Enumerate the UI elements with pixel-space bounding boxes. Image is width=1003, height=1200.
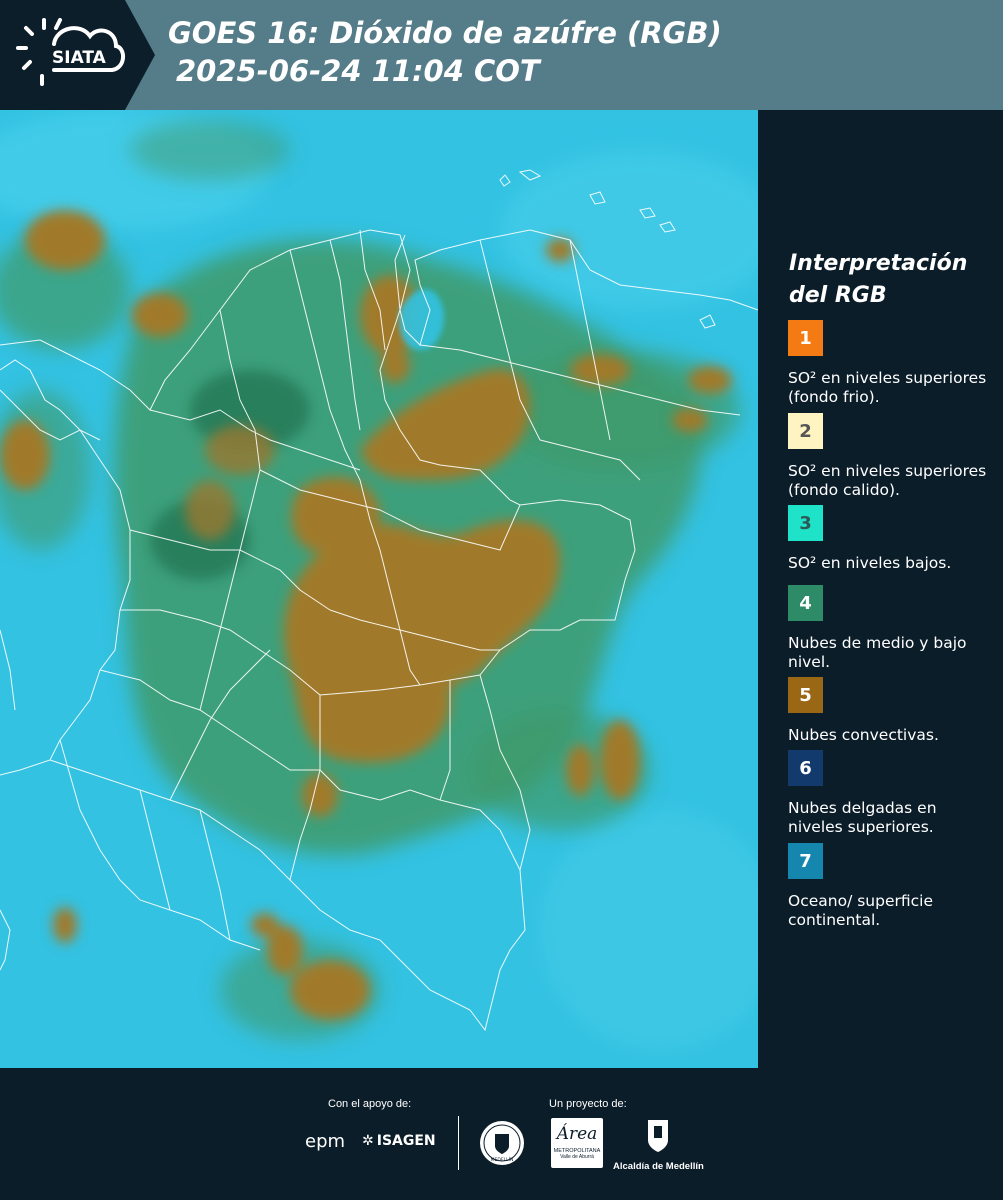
legend-item: 4 Nubes de medio y bajo nivel. [788, 585, 988, 672]
medellin-seal-text: MEDELLÍN [491, 1156, 514, 1163]
project-label: Un proyecto de: [549, 1098, 627, 1110]
legend-title: Interpretación del RGB [789, 251, 968, 308]
legend-panel: Interpretación del RGB 1 SO² en niveles s… [758, 110, 1003, 1068]
area-logo-sub2: Valle de Aburrá [560, 1154, 594, 1160]
medellin-seal-logo: MEDELLÍN [478, 1118, 526, 1173]
siata-logo: SIATA [14, 14, 129, 96]
legend-label: SO² en niveles superiores (fondo frio). [788, 369, 987, 406]
legend-item: 1 SO² en niveles superiores (fondo frio). [788, 320, 988, 407]
legend-label: SO² en niveles bajos. [788, 554, 952, 572]
legend-swatch: 2 [788, 413, 823, 449]
isagen-logo: ✲ ISAGEN [362, 1133, 436, 1149]
legend-swatch: 3 [788, 505, 823, 541]
legend-swatch: 4 [788, 585, 823, 621]
page-title: GOES 16: Dióxido de azúfre (RGB) 2025-06-… [168, 14, 722, 90]
legend-swatch: 5 [788, 677, 823, 713]
area-metropolitana-logo: Área METROPOLITANA Valle de Aburrá [551, 1118, 603, 1168]
isagen-text: ISAGEN [376, 1133, 436, 1149]
legend-item: 2 SO² en niveles superiores (fondo calido… [788, 413, 988, 500]
area-logo-text: Área [556, 1124, 598, 1144]
isagen-icon: ✲ [362, 1133, 374, 1149]
title-line1: GOES 16: Dióxido de azúfre (RGB) [168, 16, 722, 50]
legend-item: 3 SO² en niveles bajos. [788, 505, 988, 573]
legend-swatch: 1 [788, 320, 823, 356]
support-label: Con el apoyo de: [328, 1098, 412, 1110]
footer-divider [458, 1116, 459, 1170]
epm-logo: epm [305, 1131, 346, 1152]
siata-logo-text: SIATA [52, 48, 107, 68]
legend-swatch: 6 [788, 750, 823, 786]
legend-label: Oceano/ superficie continental. [788, 892, 933, 929]
legend-label: Nubes de medio y bajo nivel. [788, 634, 967, 671]
legend-label: Nubes delgadas en niveles superiores. [788, 799, 937, 836]
legend-swatch: 7 [788, 843, 823, 879]
header: SIATA GOES 16: Dióxido de azúfre (RGB) 20… [0, 0, 1003, 110]
legend-label: Nubes convectivas. [788, 726, 939, 744]
alcaldia-shield-icon [648, 1120, 668, 1152]
legend-item: 6 Nubes delgadas en niveles superiores. [788, 750, 988, 837]
alcaldia-logo: Alcaldía de Medellín [613, 1118, 704, 1172]
title-line2: 2025-06-24 11:04 COT [176, 54, 540, 88]
satellite-map [0, 110, 758, 1068]
legend-item: 7 Oceano/ superficie continental. [788, 843, 988, 930]
alcaldia-text: Alcaldía de Medellín [613, 1161, 704, 1172]
footer: Con el apoyo de: Un proyecto de: epm ✲ I… [0, 1068, 1003, 1200]
legend-label: SO² en niveles superiores (fondo calido)… [788, 462, 987, 499]
legend-item: 5 Nubes convectivas. [788, 677, 988, 745]
